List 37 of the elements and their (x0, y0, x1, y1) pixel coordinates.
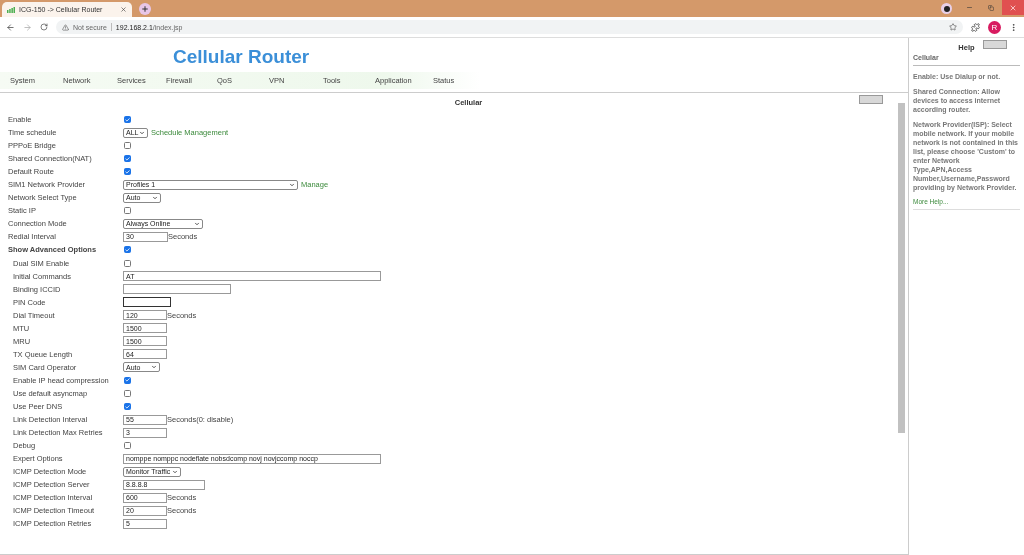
input-field[interactable] (123, 284, 231, 295)
chevron-down-icon (151, 364, 157, 371)
signal-bars-icon (7, 6, 15, 13)
puzzle-icon[interactable] (971, 22, 980, 32)
reload-icon[interactable] (40, 23, 48, 31)
checkbox[interactable] (124, 390, 131, 397)
star-icon[interactable] (949, 23, 957, 31)
profile-avatar[interactable]: R (988, 20, 1001, 34)
warning-icon (62, 23, 69, 31)
restore-icon[interactable] (988, 4, 994, 11)
close-icon[interactable] (120, 6, 127, 13)
chevron-down-icon (139, 129, 145, 136)
checkbox[interactable] (124, 259, 131, 267)
scrollbar-thumb[interactable] (897, 103, 905, 433)
chevron-down-icon (172, 468, 178, 475)
back-icon[interactable] (6, 22, 15, 32)
checkbox[interactable] (124, 403, 131, 411)
checkbox[interactable] (124, 376, 131, 384)
extension-button[interactable] (941, 3, 952, 14)
checkbox[interactable] (124, 116, 131, 123)
menu-icon[interactable] (1009, 22, 1018, 32)
plus-icon (141, 5, 149, 13)
chevron-down-icon (289, 181, 295, 188)
chevron-down-icon (194, 220, 200, 227)
minimize-icon[interactable] (965, 4, 973, 11)
input-field[interactable] (123, 297, 171, 308)
close-button[interactable] (1002, 0, 1024, 15)
checkbox[interactable] (124, 246, 131, 254)
new-tab-button[interactable] (139, 3, 151, 15)
checkbox[interactable] (124, 155, 131, 163)
checkbox[interactable] (124, 442, 131, 450)
checkbox[interactable] (124, 207, 131, 215)
checkbox[interactable] (124, 168, 131, 176)
checkbox[interactable] (124, 142, 131, 150)
close-icon (1009, 3, 1017, 12)
chevron-down-icon (152, 194, 158, 201)
page-title: Cellular Router (173, 46, 310, 68)
